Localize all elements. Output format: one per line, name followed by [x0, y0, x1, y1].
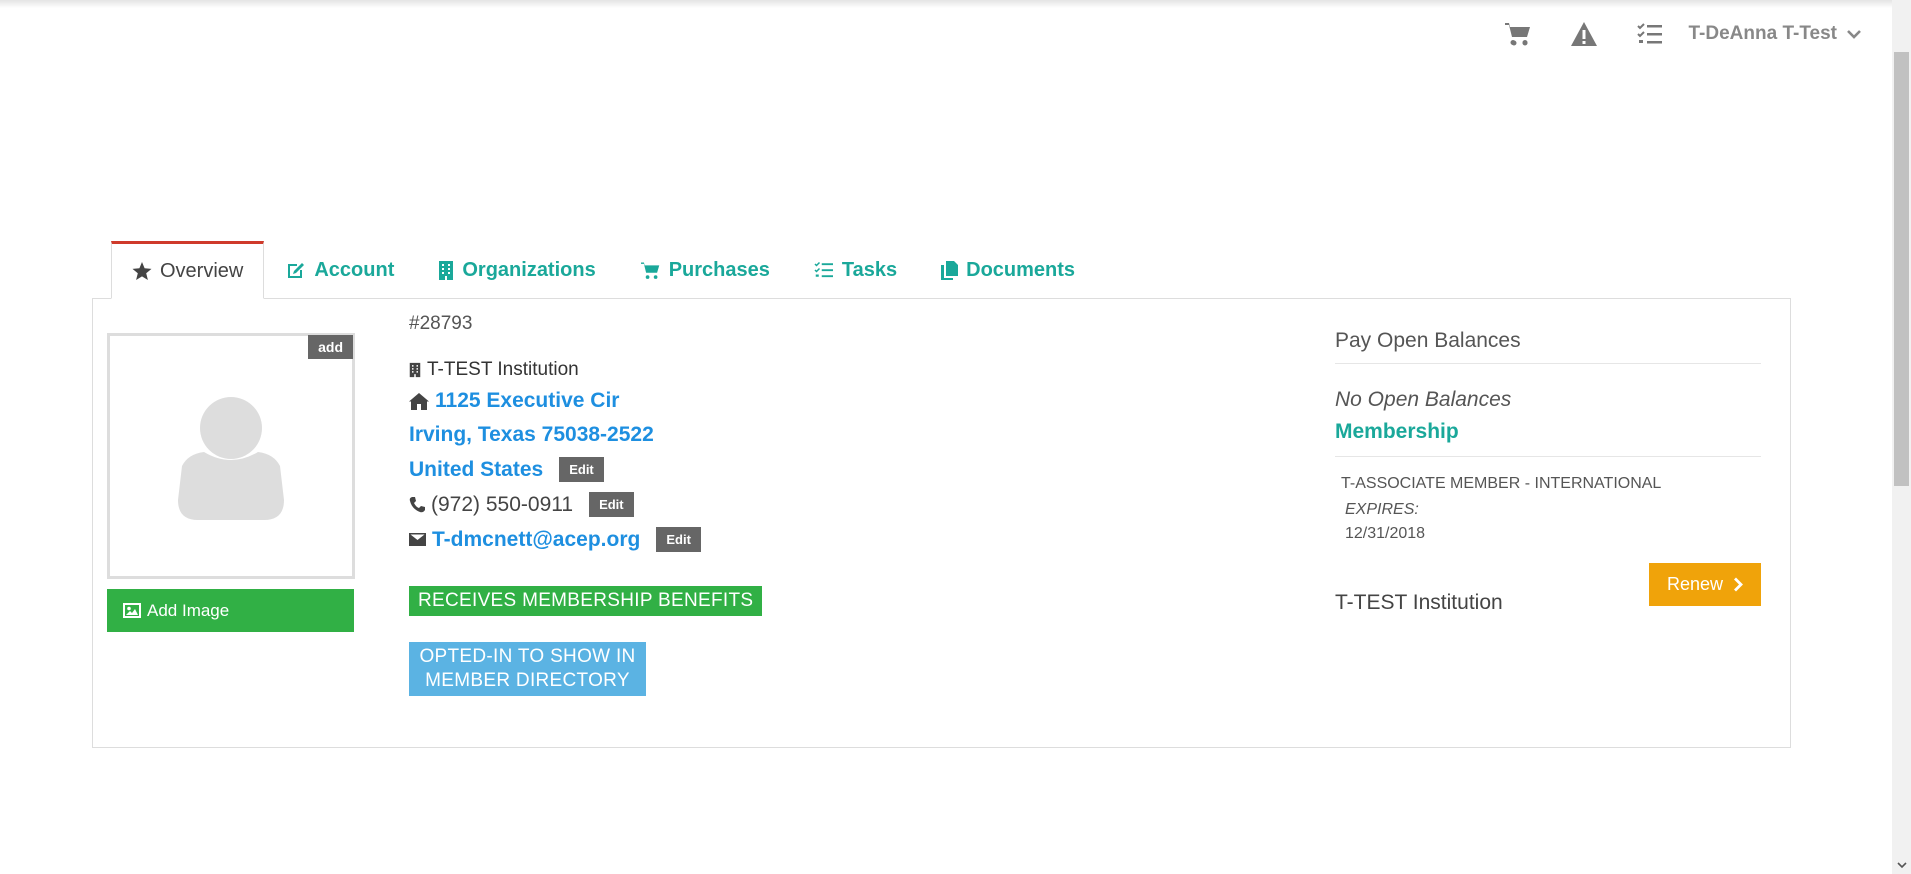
- image-icon: [123, 603, 141, 618]
- institution-name: T-TEST Institution: [427, 359, 579, 380]
- tab-tasks[interactable]: Tasks: [792, 241, 919, 299]
- chevron-down-icon: [1847, 30, 1861, 39]
- overview-panel: add Add Image #28793 T-TEST Institution …: [92, 298, 1791, 748]
- tab-purchases[interactable]: Purchases: [618, 241, 792, 299]
- balances-section: Pay Open Balances No Open Balances Membe…: [1335, 329, 1761, 615]
- tab-label: Organizations: [462, 258, 596, 281]
- phone-icon: [409, 496, 425, 512]
- chevron-right-icon: [1734, 577, 1743, 592]
- user-name: T-DeAnna T-Test: [1688, 23, 1838, 44]
- tab-label: Documents: [966, 258, 1076, 281]
- tab-overview[interactable]: Overview: [111, 241, 265, 299]
- renew-label: Renew: [1666, 574, 1724, 594]
- email-line: T-dmcnett@acep.org Edit: [409, 527, 1169, 552]
- tab-label: Tasks: [841, 258, 898, 281]
- address-city-link[interactable]: Irving, Texas 75038-2522: [409, 423, 654, 447]
- scrollbar-thumb[interactable]: [1894, 52, 1909, 486]
- membership-type: T-ASSOCIATE MEMBER - INTERNATIONAL: [1341, 475, 1662, 492]
- member-directory-badge: OPTED-IN TO SHOW IN MEMBER DIRECTORY: [409, 642, 646, 696]
- address-line-1: 1125 Executive Cir: [409, 389, 1169, 413]
- cart-button[interactable]: [1485, 14, 1551, 54]
- edit-email-button[interactable]: Edit: [656, 527, 701, 552]
- phone-line: (972) 550-0911 Edit: [409, 492, 1169, 517]
- address-street-link[interactable]: 1125 Executive Cir: [435, 389, 619, 413]
- member-id: #28793: [409, 313, 473, 334]
- documents-icon: [941, 260, 959, 280]
- star-icon: [132, 261, 152, 280]
- edit-icon: [288, 263, 305, 278]
- phone-number: (972) 550-0911: [431, 492, 574, 516]
- alerts-button[interactable]: [1551, 14, 1617, 54]
- chevron-down-icon: [1896, 861, 1907, 868]
- edit-address-button[interactable]: Edit: [559, 457, 604, 482]
- building-icon: [439, 260, 454, 280]
- tasks-icon: [1636, 23, 1662, 44]
- tab-label: Account: [314, 258, 395, 281]
- no-open-balances: No Open Balances: [1335, 388, 1512, 411]
- cart-icon: [640, 261, 659, 279]
- tab-documents[interactable]: Documents: [919, 241, 1097, 299]
- edit-phone-button[interactable]: Edit: [589, 492, 634, 517]
- address-country-line: United States Edit: [409, 457, 1169, 482]
- pay-open-balances-title: Pay Open Balances: [1335, 329, 1761, 364]
- tab-label: Overview: [160, 259, 244, 282]
- envelope-icon: [409, 533, 426, 546]
- user-placeholder-icon: [178, 397, 284, 520]
- scrollbar[interactable]: [1892, 0, 1911, 874]
- address-country-link[interactable]: United States: [409, 458, 543, 482]
- email-link[interactable]: T-dmcnett@acep.org: [432, 528, 640, 552]
- tab-account[interactable]: Account: [264, 241, 416, 299]
- tab-label: Purchases: [668, 258, 770, 281]
- profile-tabs: Overview Account Organizations Purchases…: [111, 241, 1097, 299]
- institution-line: T-TEST Institution: [409, 359, 1169, 381]
- cart-icon: [1504, 23, 1530, 46]
- avatar: add: [107, 333, 355, 579]
- membership-heading: Membership: [1335, 420, 1761, 457]
- renew-button[interactable]: Renew: [1649, 563, 1761, 606]
- address-line-2: Irving, Texas 75038-2522: [409, 423, 1169, 447]
- scroll-down-button[interactable]: [1892, 856, 1911, 874]
- building-icon: [409, 362, 421, 378]
- tasks-icon: [814, 261, 833, 278]
- user-menu[interactable]: T-DeAnna T-Test: [1689, 23, 1862, 45]
- home-icon: [409, 392, 429, 410]
- top-nav: T-DeAnna T-Test: [1485, 14, 1862, 54]
- warning-icon: [1570, 22, 1597, 46]
- membership-benefits-badge: RECEIVES MEMBERSHIP BENEFITS: [409, 586, 763, 616]
- avatar-add-button[interactable]: add: [308, 335, 353, 359]
- contact-info: #28793 T-TEST Institution 1125 Executive…: [409, 313, 1169, 696]
- tasks-button[interactable]: [1617, 14, 1683, 54]
- expires-date: 12/31/2018: [1345, 525, 1426, 542]
- top-shadow: [0, 0, 1892, 8]
- tab-organizations[interactable]: Organizations: [416, 241, 617, 299]
- expires-label: EXPIRES:: [1345, 501, 1419, 518]
- add-image-label: Add Image: [147, 600, 230, 620]
- add-image-button[interactable]: Add Image: [107, 589, 354, 632]
